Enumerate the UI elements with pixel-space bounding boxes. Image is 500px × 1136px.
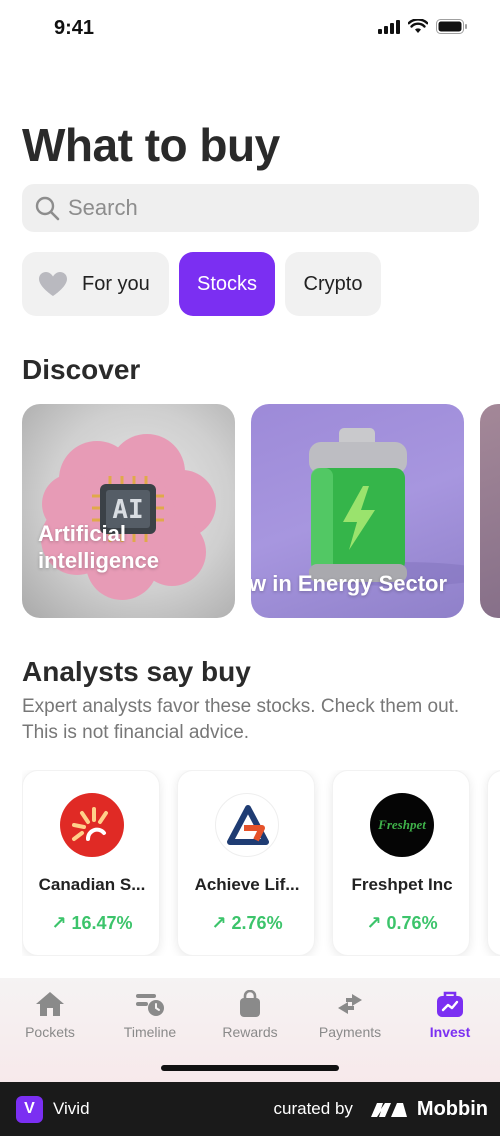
- discover-card-ai[interactable]: AI Artificial intelligence: [22, 404, 235, 618]
- stock-change: ↗ 2.76%: [211, 913, 283, 933]
- search-input[interactable]: [68, 195, 448, 221]
- analysts-carousel[interactable]: Canadian S... ↗ 16.47% Achieve Lif... ↗ …: [22, 770, 500, 956]
- chip-for-you[interactable]: For you: [22, 252, 169, 316]
- curated-by: curated by Mobbin: [274, 1098, 488, 1121]
- stock-card-partial[interactable]: [487, 770, 500, 956]
- stock-name: Canadian S...: [38, 875, 146, 894]
- chip-crypto[interactable]: Crypto: [285, 252, 381, 316]
- discover-card-partial[interactable]: [480, 404, 500, 618]
- chip-label-stocks: Stocks: [196, 272, 258, 295]
- arrow-up-right-icon: ↗: [211, 913, 227, 933]
- tab-payments[interactable]: Payments: [300, 990, 400, 1040]
- chip-label-for-you: For you: [82, 272, 150, 295]
- mobbin-name: Mobbin: [416, 1097, 488, 1120]
- arrow-up-right-icon: ↗: [366, 913, 382, 933]
- mobbin-logo-icon: [370, 1103, 407, 1117]
- chip-stocks[interactable]: Stocks: [179, 252, 275, 316]
- status-bar: 9:41: [0, 0, 500, 56]
- home-indicator: [161, 1065, 339, 1071]
- search-icon: [35, 196, 60, 221]
- timeline-clock-icon: [136, 994, 164, 1016]
- stock-card-achieve[interactable]: Achieve Lif... ↗ 2.76%: [177, 770, 315, 956]
- category-chips: For you Stocks Crypto: [22, 252, 381, 316]
- home-icon: [36, 992, 64, 1016]
- ai-brain-illustration: AI: [41, 434, 216, 600]
- analysts-title: Analysts say buy: [22, 656, 251, 687]
- sunburst-icon: [72, 807, 108, 841]
- arrow-up-right-icon: ↗: [51, 913, 67, 933]
- canadian-solar-logo: [60, 793, 124, 857]
- curated-by-label: curated by: [273, 1099, 353, 1118]
- transfer-arrows-icon: [338, 994, 362, 1014]
- discover-card-energy[interactable]: w in Energy Sector: [251, 404, 464, 618]
- page-title: What to buy: [22, 119, 280, 171]
- briefcase-chart-icon: [437, 991, 463, 1017]
- battery-icon: [436, 19, 467, 34]
- discover-card-ai-label: Artificial intelligence: [38, 521, 160, 573]
- brand: V Vivid: [16, 1095, 90, 1123]
- discover-card-energy-label: w in Energy Sector: [251, 571, 448, 596]
- stock-change: ↗ 16.47%: [51, 913, 133, 933]
- freshpet-logo: Freshpet: [370, 793, 434, 857]
- stock-card-freshpet[interactable]: Freshpet Freshpet Inc ↗ 0.76%: [332, 770, 470, 956]
- achieve-logo: [215, 793, 279, 857]
- freshpet-logo-text: Freshpet: [378, 817, 426, 832]
- status-icons: [378, 19, 468, 34]
- status-time: 9:41: [54, 17, 95, 39]
- stock-card-canadian[interactable]: Canadian S... ↗ 16.47%: [22, 770, 160, 956]
- stock-name: Achieve Lif...: [194, 875, 300, 894]
- search-bar[interactable]: [22, 184, 479, 232]
- stock-change: ↗ 0.76%: [366, 913, 438, 933]
- tab-rewards[interactable]: Rewards: [200, 990, 300, 1040]
- discover-title: Discover: [22, 354, 141, 385]
- tab-pockets[interactable]: Pockets: [0, 990, 100, 1040]
- stock-name: Freshpet Inc: [351, 875, 453, 894]
- analysts-subtitle: Expert analysts favor these stocks. Chec…: [22, 696, 460, 743]
- wifi-icon: [408, 19, 428, 33]
- tab-invest[interactable]: Invest: [400, 990, 500, 1040]
- heart-icon: [39, 272, 67, 296]
- footer-bar: V Vivid curated by Mobbin: [0, 1082, 500, 1136]
- triangle-logo-icon: [227, 805, 269, 845]
- vivid-logo: V: [16, 1095, 43, 1123]
- discover-carousel[interactable]: AI Artificial intelligence w in Energy S…: [22, 404, 500, 618]
- chip-label-crypto: Crypto: [303, 272, 363, 295]
- cellular-signal-icon: [378, 19, 400, 34]
- shopping-bag-icon: [240, 990, 260, 1017]
- tab-timeline[interactable]: Timeline: [100, 990, 200, 1040]
- brand-name: Vivid: [53, 1099, 90, 1118]
